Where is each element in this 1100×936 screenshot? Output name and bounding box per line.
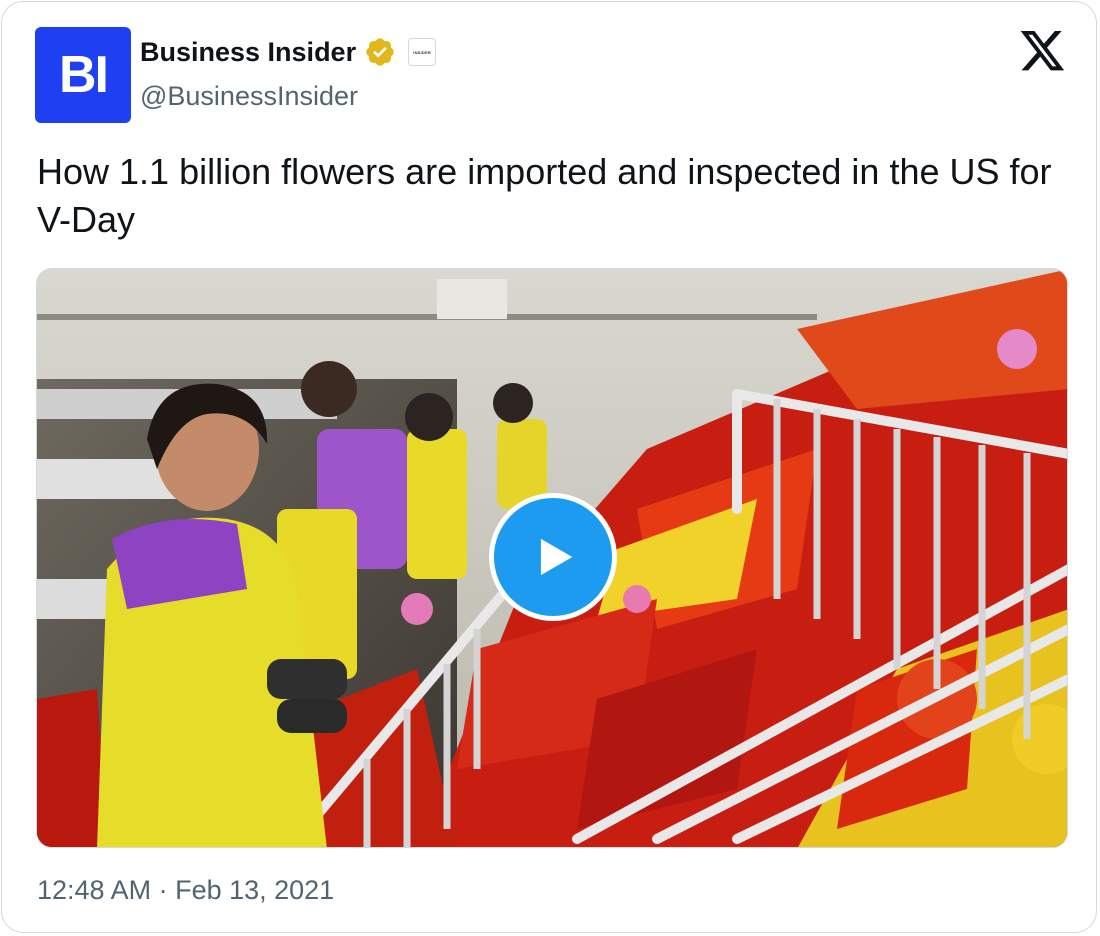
avatar[interactable]: BI	[35, 27, 131, 123]
author-handle[interactable]: @BusinessInsider	[140, 81, 358, 112]
display-name[interactable]: Business Insider	[140, 37, 356, 68]
play-button[interactable]	[489, 493, 617, 621]
x-logo-icon[interactable]	[1020, 31, 1066, 73]
verified-badge-icon	[366, 38, 394, 66]
author-name-row: Business Insider INSIDER	[140, 36, 437, 68]
tweet-text: How 1.1 billion flowers are imported and…	[37, 151, 1052, 240]
timestamp[interactable]: 12:48 AM · Feb 13, 2021	[37, 875, 334, 906]
tweet-card[interactable]: BI Business Insider INSIDER @BusinessIns…	[1, 1, 1097, 933]
affiliate-badge[interactable]: INSIDER	[408, 38, 437, 66]
play-icon	[540, 538, 573, 576]
video-player[interactable]	[36, 268, 1068, 848]
avatar-text: BI	[59, 46, 109, 104]
affiliate-badge-text: INSIDER	[413, 49, 431, 55]
